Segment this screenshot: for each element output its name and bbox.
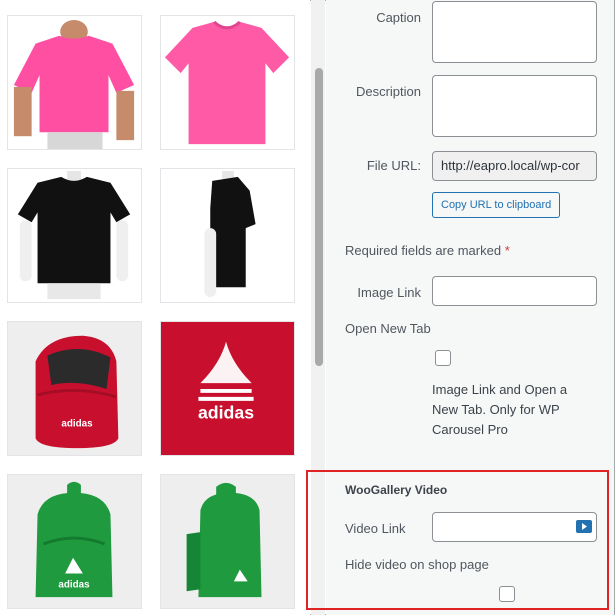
media-grid: adidas adidas adidas [0, 0, 310, 615]
required-asterisk: * [504, 243, 510, 258]
open-new-tab-checkbox[interactable] [435, 350, 451, 366]
woogallery-title: WooGallery Video [345, 483, 448, 497]
media-item-black-tshirt-front[interactable] [7, 168, 142, 303]
media-item-red-backpack-open[interactable]: adidas [7, 321, 142, 456]
required-note: Required fields are marked * [345, 243, 510, 258]
description-textarea[interactable] [432, 75, 597, 137]
caption-textarea[interactable] [432, 1, 597, 63]
hide-video-checkbox[interactable] [499, 586, 515, 602]
hide-video-label: Hide video on shop page [345, 557, 489, 572]
open-new-tab-label: Open New Tab [345, 321, 431, 336]
image-link-help-text: Image Link and Open a New Tab. Only for … [432, 382, 568, 437]
copy-url-button[interactable]: Copy URL to clipboard [432, 192, 561, 218]
media-item-red-backpack-logo[interactable]: adidas [160, 321, 295, 456]
backpack-image: adidas [8, 475, 141, 608]
backpack-image: adidas [8, 322, 141, 455]
image-link-input[interactable] [432, 276, 597, 306]
media-item-green-backpack-front[interactable]: adidas [7, 474, 142, 609]
file-url-field[interactable]: http://eapro.local/wp-cor [432, 151, 597, 181]
tshirt-image [8, 16, 141, 149]
description-label: Description [355, 84, 421, 99]
tshirt-image [161, 16, 294, 149]
video-link-label: Video Link [345, 521, 406, 536]
adidas-logo-text: adidas [198, 403, 254, 423]
media-item-pink-tshirt-back[interactable] [7, 15, 142, 150]
image-link-label: Image Link [357, 285, 421, 300]
scrollbar-thumb[interactable] [315, 68, 323, 366]
video-play-icon[interactable] [576, 520, 592, 533]
tshirt-image [161, 169, 294, 302]
backpack-image: adidas [161, 322, 294, 455]
caption-label: Caption [376, 10, 421, 25]
backpack-image [161, 475, 294, 608]
tshirt-image [8, 169, 141, 302]
svg-text:adidas: adidas [61, 418, 93, 429]
svg-text:adidas: adidas [58, 579, 90, 590]
media-item-green-backpack-side[interactable] [160, 474, 295, 609]
media-item-pink-tshirt-front[interactable] [160, 15, 295, 150]
media-item-black-tshirt-side[interactable] [160, 168, 295, 303]
file-url-label: File URL: [366, 158, 421, 173]
video-link-input[interactable] [432, 512, 597, 542]
